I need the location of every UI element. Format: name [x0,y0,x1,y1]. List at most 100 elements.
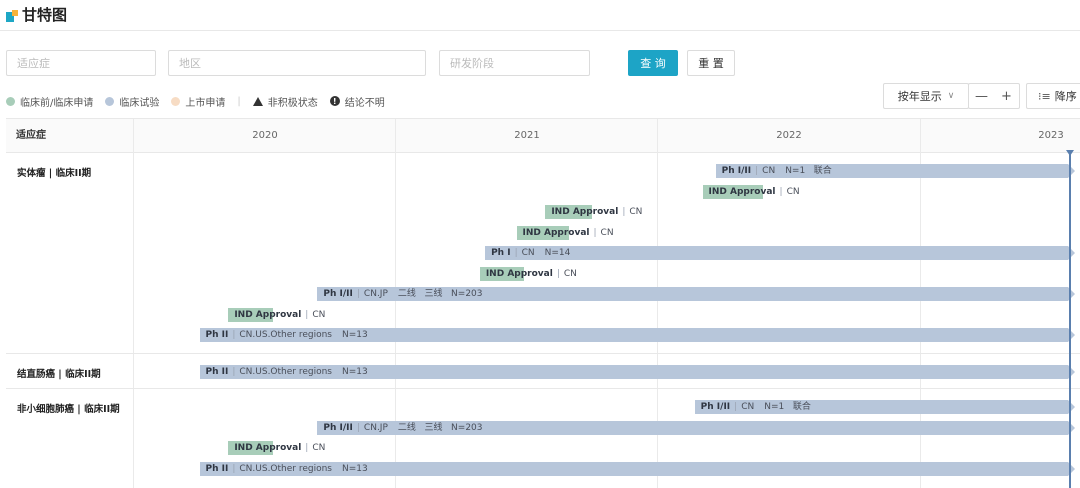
indication-input[interactable] [6,50,156,76]
exclamation-icon: ! [329,96,340,106]
bar-region: CN.JP [363,422,388,433]
gantt-bar-ind[interactable]: IND Approval | CN [702,184,800,199]
bar-separator: | [622,207,626,217]
bar-detail: 二线 三线 N=203 [397,289,483,299]
gantt-bar-ind[interactable]: IND Approval | CN [479,266,577,281]
bar-separator: | [779,186,783,197]
bar-phase: Ph I/II [700,402,731,412]
today-line [1069,152,1071,488]
group-label: 结直肠癌 | 临床II期 [17,369,101,380]
bar-region: CN [312,309,326,320]
bar-region: CN [600,227,614,238]
gantt-table: 适应症 2020 2021 2022 2023 实体瘤 | 临床II期 结直肠癌… [6,118,1080,488]
reset-button[interactable]: 重 置 [687,50,735,76]
bar-separator: | [232,330,236,340]
bar-phase: Ph I/II [721,166,752,176]
zoom-control: — + [968,83,1020,109]
bar-label: IND Approval | CN [517,228,614,238]
sort-button[interactable]: ⁝≡ 降序 [1026,83,1080,109]
bar-label: Ph II | CN.US.Other regions N=13 [200,464,368,474]
legend-unclear: ! 结论不明 [329,94,385,109]
bar-label: IND Approval | CN [480,269,577,279]
legend-dot-icon [6,96,15,106]
view-mode-select[interactable]: 按年显示 ∨ [883,83,969,109]
bar-label: IND Approval | CN [228,443,325,453]
bar-region: CN [521,248,535,258]
bar-phase: Ph I/II [323,422,353,433]
bar-region: CN.US.Other regions [239,463,332,474]
bar-region: CN [312,443,326,453]
gantt-bar-trial[interactable]: Ph I/II | CN N=1 联合 [694,400,1075,414]
year-header: 2021 [514,130,540,141]
group-label: 实体瘤 | 临床II期 [17,168,92,179]
bar-region: CN [629,207,643,217]
sort-label: 降序 [1054,90,1077,103]
legend-inactive: 非积极状态 [252,94,318,109]
bar-separator: | [593,227,597,238]
legend-dot-icon [171,96,181,106]
legend-market: 上市申请 [171,94,225,109]
zoom-in-button[interactable]: + [994,89,1019,104]
bar-phase: IND Approval [234,309,302,320]
bar-region: CN.JP [363,289,388,299]
gantt-bar-trial[interactable]: Ph I/II | CN N=1 联合 [715,164,1075,178]
bar-phase: Ph II [205,330,229,340]
chevron-down-icon: ∨ [947,91,955,101]
bar-separator: | [356,422,360,433]
bar-region: CN [563,268,577,279]
phase-input[interactable] [439,50,590,76]
bar-separator: | [755,166,759,176]
bar-separator: | [232,463,236,474]
bar-phase: IND Approval [551,207,619,217]
bar-separator: | [305,443,309,453]
legend-preclinical: 临床前/临床申请 [6,94,93,109]
gantt-header-row: 适应症 2020 2021 2022 2023 [6,119,1080,153]
gantt-bar-trial[interactable]: Ph I/II | CN.JP 二线 三线 N=203 [317,287,1075,301]
bar-phase: IND Approval [522,227,590,238]
bar-separator: | [514,248,518,258]
zoom-out-button[interactable]: — [969,89,994,104]
gantt-bar-ind[interactable]: IND Approval | CN [228,441,325,455]
region-input[interactable] [168,50,426,76]
bar-phase: IND Approval [485,268,553,279]
gantt-bar-ind[interactable]: IND Approval | CN [545,205,642,219]
year-header: 2023 [1038,130,1064,141]
year-header: 2022 [776,130,802,141]
gantt-bar-trial[interactable]: Ph II | CN.US.Other regions N=13 [199,461,1075,476]
bar-label: IND Approval | CN [703,187,800,197]
bar-detail: N=13 [342,463,368,474]
bar-phase: Ph II [205,463,229,474]
bar-detail: N=13 [342,367,368,377]
bar-label: Ph I | CN N=14 [485,248,570,258]
gantt-bar-ind[interactable]: IND Approval | CN [228,307,325,322]
gantt-bar-ind[interactable]: IND Approval | CN [516,225,614,240]
bar-detail: 二线 三线 N=203 [397,422,483,433]
gantt-bar-trial[interactable]: Ph I/II | CN.JP 二线 三线 N=203 [317,420,1075,435]
group-label: 非小细胞肺癌 | 临床II期 [17,404,120,415]
year-header: 2020 [252,130,278,141]
bar-phase: Ph I/II [323,289,353,299]
bar-region: CN [762,166,776,176]
bar-label: Ph I/II | CN N=1 联合 [716,166,832,176]
gantt-bar-trial[interactable]: Ph II | CN.US.Other regions N=13 [199,365,1075,379]
bar-label: Ph I/II | CN.JP 二线 三线 N=203 [317,289,482,299]
bar-label: IND Approval | CN [228,310,325,320]
triangle-icon [252,96,263,106]
bar-label: IND Approval | CN [545,207,642,217]
legend-dot-icon [105,96,115,106]
query-button[interactable]: 查 询 [628,50,678,76]
gantt-bar-trial[interactable]: Ph I | CN N=14 [485,246,1075,260]
bar-detail: N=13 [342,330,368,340]
page-title: 甘特图 [22,6,68,24]
bar-region: CN [786,186,800,197]
indication-column-header: 适应症 [16,130,46,141]
bar-label: Ph II | CN.US.Other regions N=13 [200,330,368,340]
bar-label: Ph I/II | CN N=1 联合 [695,402,811,412]
bar-phase: IND Approval [708,186,776,197]
gantt-bar-trial[interactable]: Ph II | CN.US.Other regions N=13 [199,328,1075,342]
bar-region: CN.US.Other regions [239,367,332,377]
bar-separator: | [556,268,560,279]
bar-phase: IND Approval [234,443,302,453]
bar-separator: | [356,289,360,299]
bar-detail: N=14 [544,248,571,258]
